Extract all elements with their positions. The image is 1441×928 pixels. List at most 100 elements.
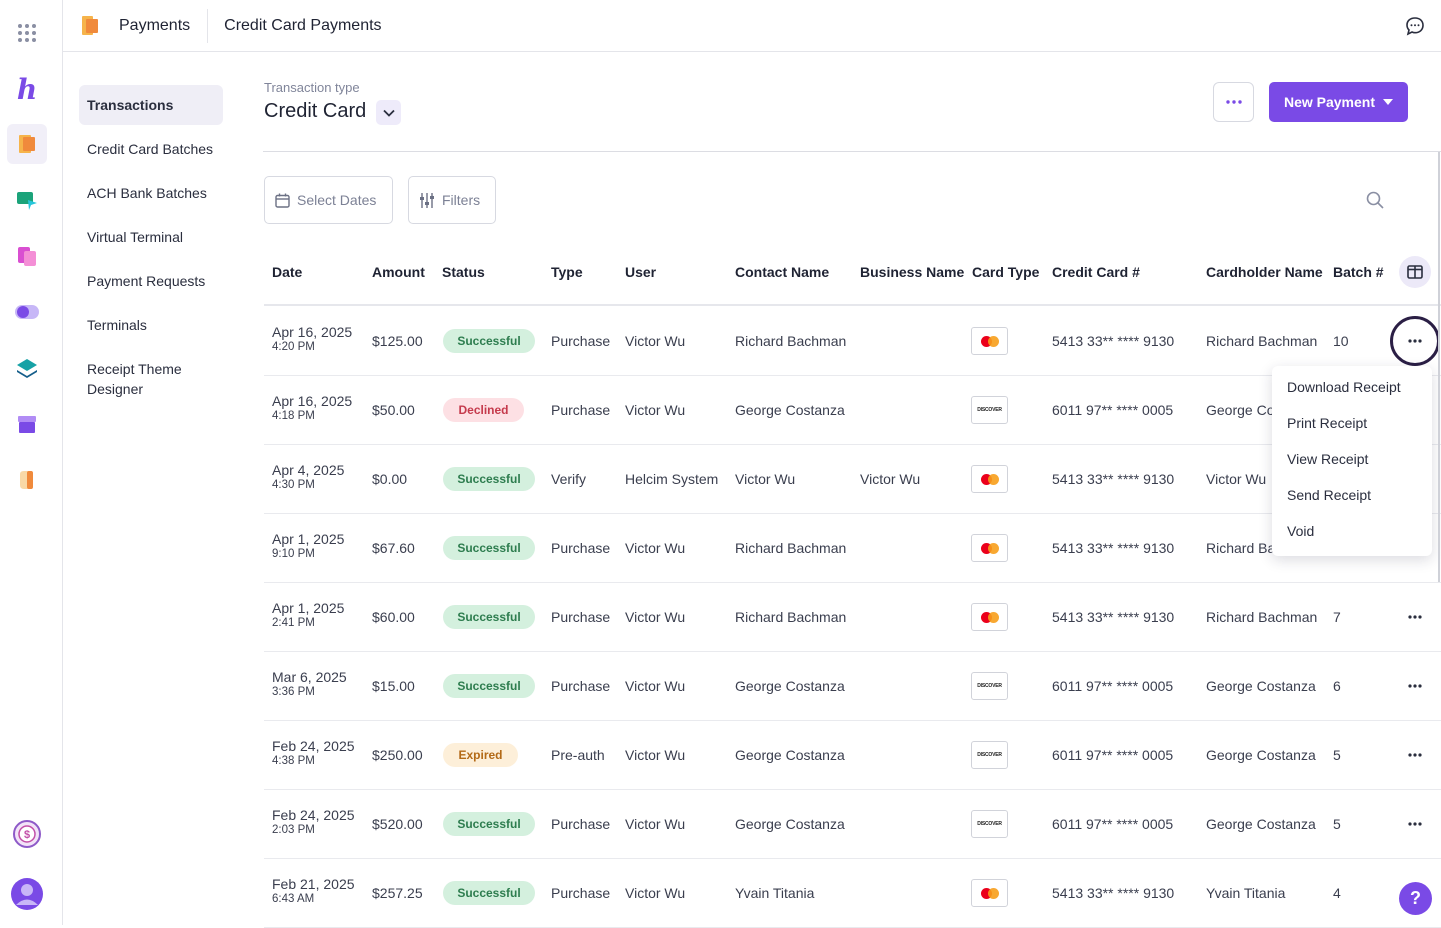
payments-app-icon[interactable] bbox=[7, 124, 47, 164]
col-type[interactable]: Type bbox=[551, 264, 583, 280]
contact-cell[interactable]: Richard Bachman bbox=[735, 540, 846, 556]
table-row[interactable]: Feb 24, 2025 2:03 PM $520.00 Successful Purc… bbox=[264, 790, 1441, 859]
contact-cell[interactable]: George Costanza bbox=[735, 402, 845, 418]
menu-view-receipt[interactable]: View Receipt bbox=[1272, 447, 1432, 483]
more-options-button[interactable] bbox=[1213, 82, 1254, 122]
row-actions-button[interactable] bbox=[1400, 809, 1430, 839]
menu-send-receipt[interactable]: Send Receipt bbox=[1272, 483, 1432, 519]
subnav-credit-card-batches[interactable]: Credit Card Batches bbox=[79, 129, 223, 169]
table-row[interactable]: Apr 16, 2025 4:18 PM $50.00 Declined Purchas… bbox=[264, 376, 1441, 445]
col-amount[interactable]: Amount bbox=[372, 264, 425, 280]
layers-app-icon[interactable] bbox=[7, 348, 47, 388]
documents-app-icon[interactable] bbox=[7, 236, 47, 276]
transaction-type-value[interactable]: Credit Card bbox=[264, 100, 366, 123]
columns-toggle-button[interactable] bbox=[1399, 256, 1431, 288]
col-date[interactable]: Date bbox=[272, 264, 302, 280]
search-icon[interactable] bbox=[1366, 191, 1384, 209]
contact-cell[interactable]: George Costanza bbox=[735, 816, 845, 832]
card-number-cell: 5413 33** **** 9130 bbox=[1052, 471, 1175, 487]
table-row[interactable]: Feb 21, 2025 6:43 AM $257.25 Successful Purc… bbox=[264, 859, 1441, 928]
home-logo-icon[interactable]: h bbox=[7, 69, 47, 109]
type-cell: Pre-auth bbox=[551, 747, 605, 763]
subnav-ach-bank-batches[interactable]: ACH Bank Batches bbox=[79, 173, 223, 213]
time-text: 6:43 AM bbox=[272, 893, 315, 905]
user-cell: Helcim System bbox=[625, 471, 719, 487]
card-app-icon[interactable] bbox=[7, 460, 47, 500]
card-type-cell bbox=[971, 603, 1008, 631]
app-grid-icon[interactable] bbox=[7, 13, 47, 53]
contact-cell[interactable]: George Costanza bbox=[735, 678, 845, 694]
table-row[interactable]: Feb 24, 2025 4:38 PM $250.00 Expired Pre-aut… bbox=[264, 721, 1441, 790]
divider bbox=[207, 8, 209, 43]
table-row[interactable]: Apr 1, 2025 2:41 PM $60.00 Successful Purcha… bbox=[264, 583, 1441, 652]
user-cell: Victor Wu bbox=[625, 678, 686, 694]
user-cell: Victor Wu bbox=[625, 885, 686, 901]
row-actions-button[interactable] bbox=[1390, 316, 1440, 366]
help-button[interactable]: ? bbox=[1399, 882, 1432, 915]
contact-cell[interactable]: George Costanza bbox=[735, 747, 845, 763]
menu-void[interactable]: Void bbox=[1272, 519, 1432, 555]
col-business-name[interactable]: Business Name bbox=[860, 264, 964, 280]
contact-cell[interactable]: Victor Wu bbox=[735, 471, 795, 487]
new-payment-button[interactable]: New Payment bbox=[1269, 82, 1408, 122]
subnav-terminals[interactable]: Terminals bbox=[79, 305, 223, 345]
subnav-virtual-terminal[interactable]: Virtual Terminal bbox=[79, 217, 223, 257]
contact-cell[interactable]: Richard Bachman bbox=[735, 333, 846, 349]
col-card-type[interactable]: Card Type bbox=[972, 264, 1039, 280]
table-row[interactable]: Apr 4, 2025 4:30 PM $0.00 Successful Verify H… bbox=[264, 445, 1441, 514]
subnav-transactions[interactable]: Transactions bbox=[79, 85, 223, 125]
col-batch-number[interactable]: Batch # bbox=[1333, 264, 1384, 280]
amount-cell: $15.00 bbox=[372, 678, 415, 694]
table-row[interactable]: Mar 6, 2025 3:36 PM $15.00 Successful Purcha… bbox=[264, 652, 1441, 721]
rewards-coin-icon[interactable]: $ bbox=[7, 814, 47, 854]
date-cell: Feb 21, 2025 6:43 AM bbox=[272, 876, 355, 905]
cardholder-cell: Victor Wu bbox=[1206, 471, 1267, 487]
card-number-cell: 6011 97** **** 0005 bbox=[1052, 402, 1174, 418]
date-text: Mar 6, 2025 bbox=[272, 669, 347, 685]
amount-cell: $67.60 bbox=[372, 540, 415, 556]
invoices-app-icon[interactable] bbox=[7, 180, 47, 220]
col-contact-name[interactable]: Contact Name bbox=[735, 264, 829, 280]
card-number-cell: 5413 33** **** 9130 bbox=[1052, 885, 1175, 901]
card-type-cell bbox=[971, 534, 1008, 562]
col-cardholder-name[interactable]: Cardholder Name bbox=[1206, 264, 1323, 280]
row-actions-button[interactable] bbox=[1400, 740, 1430, 770]
card-number-cell: 5413 33** **** 9130 bbox=[1052, 609, 1175, 625]
batch-cell: 5 bbox=[1333, 816, 1341, 832]
contact-cell[interactable]: Yvain Titania bbox=[735, 885, 814, 901]
scrollbar[interactable] bbox=[1438, 152, 1440, 582]
user-cell: Victor Wu bbox=[625, 333, 686, 349]
table-row[interactable]: Apr 16, 2025 4:20 PM $125.00 Successful Purc… bbox=[264, 307, 1441, 376]
store-app-icon[interactable] bbox=[7, 404, 47, 444]
col-user[interactable]: User bbox=[625, 264, 656, 280]
subnav-payment-requests[interactable]: Payment Requests bbox=[79, 261, 223, 301]
filters-button[interactable]: Filters bbox=[408, 176, 496, 224]
menu-print-receipt[interactable]: Print Receipt bbox=[1272, 411, 1432, 447]
col-status[interactable]: Status bbox=[442, 264, 485, 280]
chat-icon[interactable] bbox=[1405, 16, 1425, 36]
select-dates-button[interactable]: Select Dates bbox=[264, 176, 393, 224]
amount-cell: $257.25 bbox=[372, 885, 423, 901]
menu-download-receipt[interactable]: Download Receipt bbox=[1272, 375, 1432, 411]
status-badge: Declined bbox=[443, 398, 524, 422]
contact-cell[interactable]: Richard Bachman bbox=[735, 609, 846, 625]
ellipsis-icon bbox=[1408, 822, 1422, 826]
date-cell: Apr 4, 2025 4:30 PM bbox=[272, 462, 344, 491]
date-cell: Apr 16, 2025 4:18 PM bbox=[272, 393, 352, 422]
toggle-app-icon[interactable] bbox=[7, 292, 47, 332]
transaction-type-dropdown[interactable] bbox=[376, 100, 401, 125]
subnav-receipt-theme-designer[interactable]: Receipt Theme Designer bbox=[79, 349, 223, 409]
amount-cell: $520.00 bbox=[372, 816, 423, 832]
card-number-cell: 5413 33** **** 9130 bbox=[1052, 540, 1175, 556]
batch-cell: 7 bbox=[1333, 609, 1341, 625]
user-avatar[interactable] bbox=[7, 874, 47, 914]
row-actions-button[interactable] bbox=[1400, 602, 1430, 632]
row-actions-button[interactable] bbox=[1400, 671, 1430, 701]
table-header-divider bbox=[264, 304, 1441, 306]
card-type-cell: DISCOVER bbox=[971, 741, 1008, 769]
mastercard-icon bbox=[980, 542, 999, 554]
col-credit-card-number[interactable]: Credit Card # bbox=[1052, 264, 1140, 280]
status-badge: Successful bbox=[443, 674, 535, 698]
batch-cell: 4 bbox=[1333, 885, 1341, 901]
table-row[interactable]: Apr 1, 2025 9:10 PM $67.60 Successful Purcha… bbox=[264, 514, 1441, 583]
